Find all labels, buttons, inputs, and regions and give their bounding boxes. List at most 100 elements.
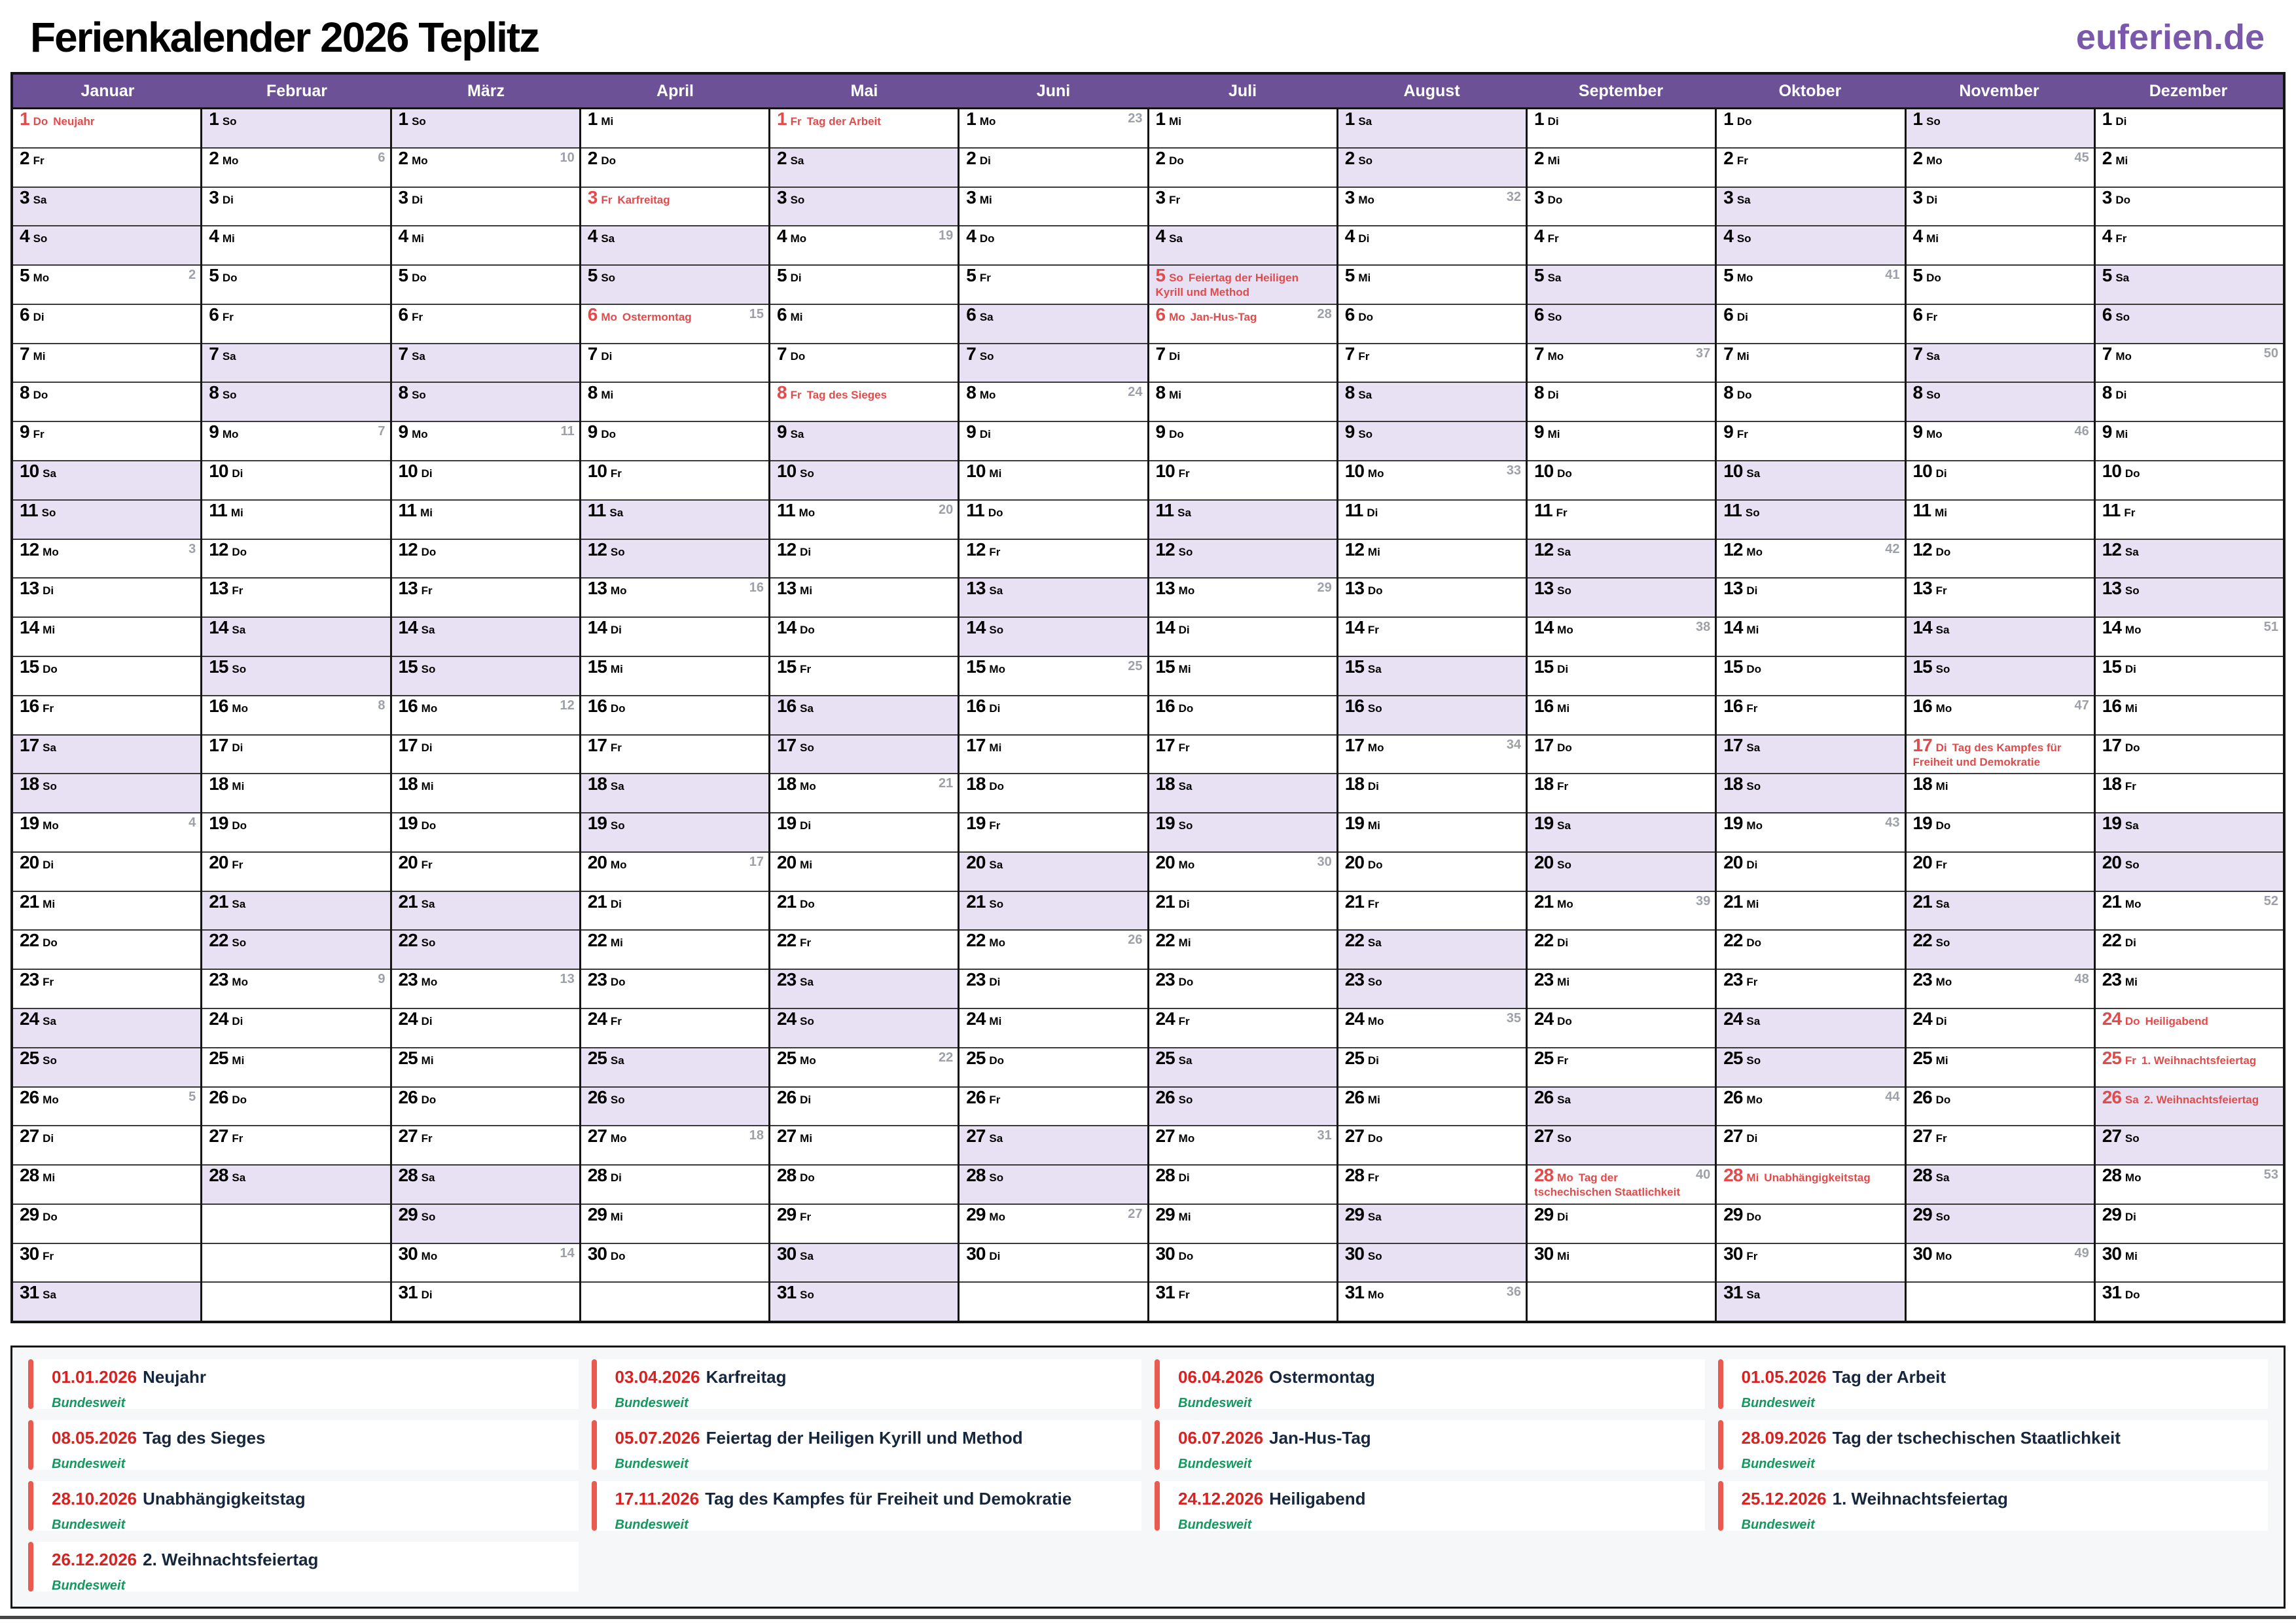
day-number: 6 <box>2102 305 2112 325</box>
weekday-label: So <box>1179 546 1193 558</box>
day-number: 13 <box>1534 579 1553 598</box>
day-number: 28 <box>1723 1166 1742 1185</box>
day-cell-februar-15: 15So <box>202 657 389 696</box>
day-number: 15 <box>1156 657 1175 677</box>
day-number: 6 <box>777 305 787 325</box>
day-number: 3 <box>399 188 408 207</box>
day-number: 26 <box>1534 1088 1553 1107</box>
weekday-label: Fr <box>43 1250 54 1262</box>
weekday-label: Do <box>1358 311 1373 323</box>
day-cell-juni-7: 7So <box>960 344 1147 383</box>
day-cell-mai-29: 29Fr <box>770 1205 958 1244</box>
day-number: 1 <box>588 109 598 129</box>
day-cell-august-12: 12Mi <box>1338 540 1526 579</box>
weekday-label: So <box>422 1211 436 1223</box>
day-cell-oktober-23: 23Fr <box>1717 970 1904 1009</box>
weekday-label: Di <box>232 741 243 754</box>
weekday-label: Di <box>1746 859 1757 871</box>
day-cell-november-26: 26Do <box>1907 1088 2094 1127</box>
day-cell-juni-14: 14So <box>960 618 1147 657</box>
weekday-label: So <box>422 936 436 949</box>
weekday-label: Di <box>1179 898 1190 910</box>
day-cell-februar-2: 2Mo6 <box>202 149 389 188</box>
legend-holiday-date: 08.05.2026 <box>52 1428 137 1448</box>
day-number: 27 <box>1723 1126 1742 1146</box>
weekday-label: Sa <box>232 898 245 910</box>
weekday-label: Sa <box>1177 507 1191 519</box>
weekday-label: Fr <box>800 936 811 949</box>
weekday-label: So <box>800 1015 814 1027</box>
week-number: 28 <box>1318 308 1332 321</box>
weekday-label: Do <box>1179 1250 1194 1262</box>
month-column-dezember: 1Di2Mi3Do4Fr5Sa6So7Mo508Di9Mi10Do11Fr12S… <box>2096 109 2283 1321</box>
weekday-label: Mi <box>33 350 46 363</box>
weekday-label: So <box>601 272 615 284</box>
day-number: 15 <box>1345 657 1364 677</box>
day-cell-august-31: 31Mo36 <box>1338 1283 1526 1321</box>
day-number: 3 <box>777 188 787 207</box>
day-cell-mai-12: 12Di <box>770 540 958 579</box>
weekday-label: Sa <box>2125 819 2139 832</box>
weekday-label: Mo <box>1368 1289 1384 1301</box>
week-number: 35 <box>1507 1012 1521 1026</box>
week-number: 7 <box>378 425 385 438</box>
day-number: 1 <box>2102 109 2112 129</box>
day-cell-mai-26: 26Di <box>770 1088 958 1127</box>
day-cell-juli-27: 27Mo31 <box>1149 1126 1336 1166</box>
weekday-label: Do <box>611 1250 626 1262</box>
weekday-label: Do <box>1746 663 1761 675</box>
day-cell-juni-17: 17Mi <box>960 736 1147 775</box>
day-cell-august-2: 2So <box>1338 149 1526 188</box>
weekday-label: Mo <box>1926 428 1943 440</box>
weekday-label: Do <box>800 1171 815 1184</box>
day-cell-oktober-24: 24Sa <box>1717 1009 1904 1048</box>
legend-item-heiligabend: 24.12.2026HeiligabendBundesweit <box>1155 1481 1705 1531</box>
day-number: 19 <box>399 813 418 833</box>
day-number: 31 <box>2102 1283 2121 1302</box>
weekday-label: Mo <box>1746 546 1763 558</box>
day-number: 10 <box>966 461 985 481</box>
week-number: 46 <box>2075 425 2089 438</box>
day-number: 18 <box>399 774 418 794</box>
weekday-label: Do <box>800 624 815 636</box>
weekday-label: Fr <box>1746 976 1757 988</box>
day-number: 15 <box>777 657 796 677</box>
day-number: 5 <box>588 266 598 285</box>
day-cell-november-6: 6Fr <box>1907 305 2094 344</box>
day-number: 14 <box>1156 618 1175 637</box>
day-number: 5 <box>209 266 219 285</box>
weekday-label: Mi <box>43 624 55 636</box>
day-cell-marz-10: 10Di <box>392 461 579 501</box>
day-cell-juli-6: 6MoJan-Hus-Tag28 <box>1149 305 1336 344</box>
month-header-oktober: Oktober <box>1715 75 1905 107</box>
weekday-label: So <box>223 115 237 128</box>
weekday-label: Mo <box>1926 154 1943 167</box>
weekday-label: So <box>1368 702 1382 715</box>
day-cell-juni-29: 29Mo27 <box>960 1205 1147 1244</box>
day-cell-november-19: 19Do <box>1907 813 2094 853</box>
day-cell-marz-7: 7Sa <box>392 344 579 383</box>
day-cell-august-19: 19Mi <box>1338 813 1526 853</box>
day-cell-november-22: 22So <box>1907 931 2094 970</box>
month-column-juli: 1Mi2Do3Fr4Sa5SoFeiertag der Heiligen Kyr… <box>1149 109 1338 1321</box>
day-cell-juni-20: 20Sa <box>960 853 1147 892</box>
day-number: 17 <box>1534 736 1553 755</box>
day-cell-september-30: 30Mi <box>1528 1244 1715 1283</box>
weekday-label: Fr <box>2124 507 2135 519</box>
legend-holiday-name: 2. Weihnachtsfeiertag <box>143 1550 318 1569</box>
day-number: 17 <box>1723 736 1742 755</box>
week-number: 12 <box>560 699 575 713</box>
week-number: 17 <box>749 855 764 869</box>
day-number: 18 <box>1156 774 1175 794</box>
legend-holiday-scope: Bundesweit <box>615 1396 1132 1411</box>
weekday-label: So <box>1368 976 1382 988</box>
day-number: 19 <box>1345 813 1364 833</box>
calendar-grid: 1DoNeujahr2Fr3Sa4So5Mo26Di7Mi8Do9Fr10Sa1… <box>13 109 2283 1321</box>
weekday-label: Do <box>1179 976 1194 988</box>
day-cell-dezember-11: 11Fr <box>2096 501 2283 540</box>
weekday-label: Do <box>33 389 48 401</box>
site-logo-link[interactable]: euferien.de <box>2076 17 2265 58</box>
weekday-label: Do <box>1737 389 1752 401</box>
weekday-label: Mo <box>799 507 816 519</box>
legend-holiday-name: 1. Weihnachtsfeiertag <box>1833 1489 2008 1508</box>
